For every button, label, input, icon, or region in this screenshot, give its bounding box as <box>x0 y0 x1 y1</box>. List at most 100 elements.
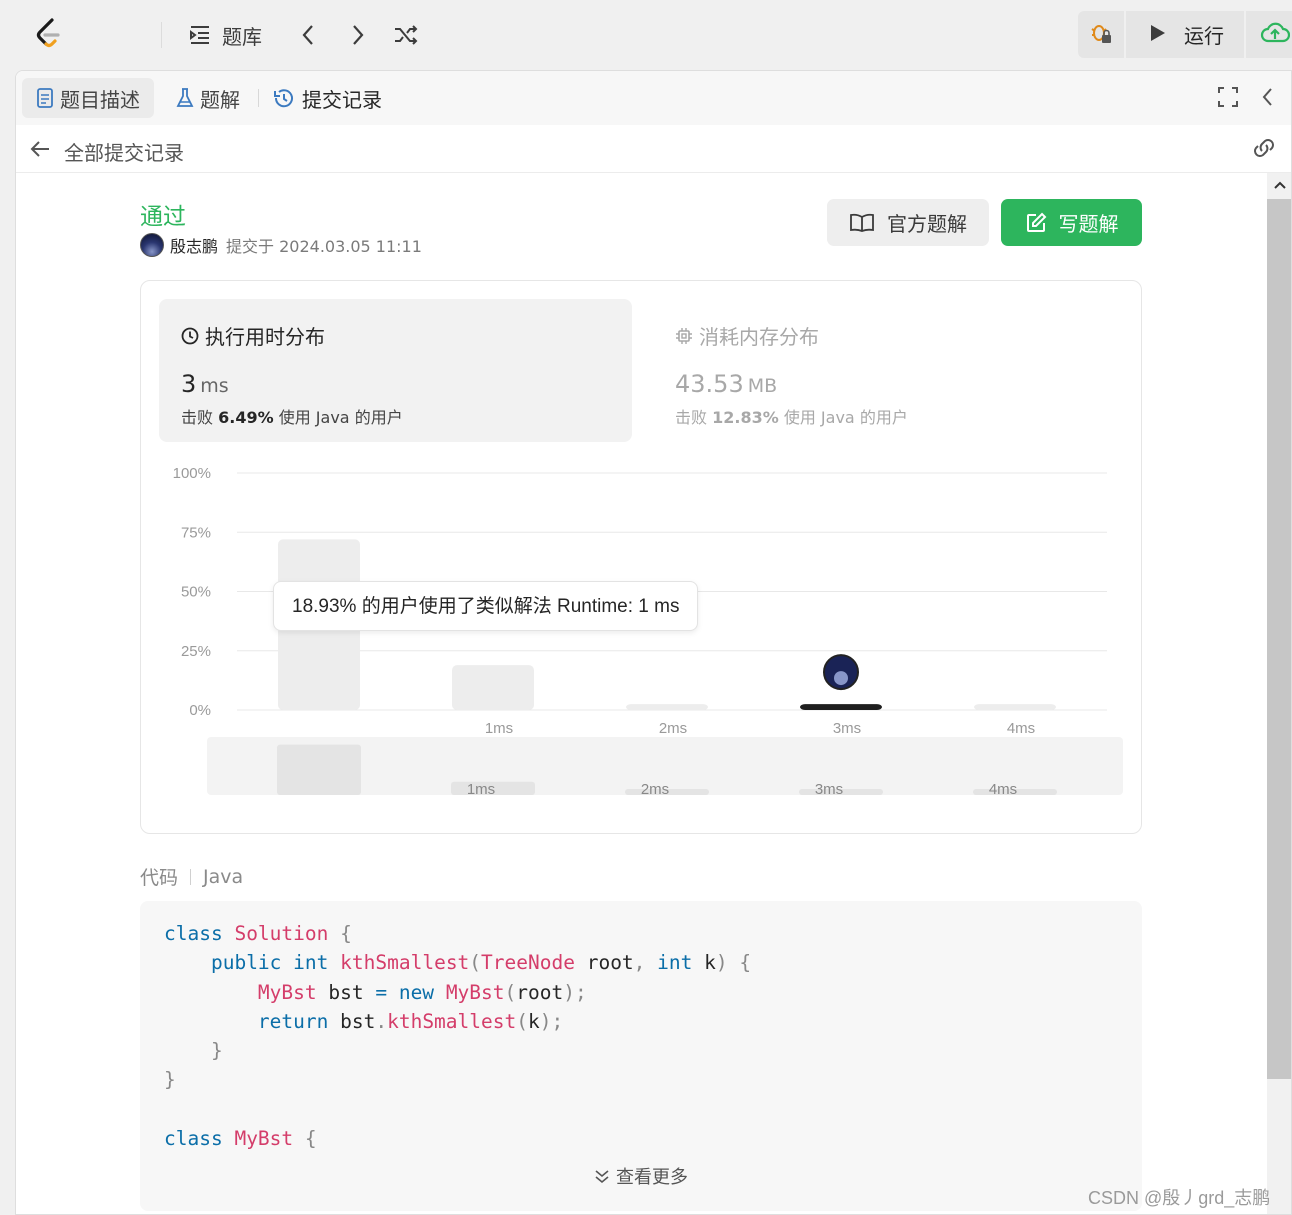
top-bar: 题库 运行 <box>0 0 1292 70</box>
copy-link-button[interactable] <box>1251 137 1277 163</box>
runtime-beat: 击败 6.49% 使用 Java 的用户 <box>181 404 610 428</box>
problem-list-label: 题库 <box>222 24 262 49</box>
y-tick-label: 50% <box>181 584 211 601</box>
avatar[interactable] <box>140 233 164 257</box>
panel-tabs: 题目描述 题解 提交记录 <box>16 71 1291 125</box>
run-button[interactable]: 运行 <box>1126 11 1244 58</box>
code-block[interactable]: class Solution { public int kthSmallest(… <box>140 901 1142 1211</box>
y-tick-label: 25% <box>181 643 211 660</box>
chevron-left-icon <box>294 21 322 49</box>
overview-tick-label: 4ms <box>989 781 1017 798</box>
tab-submissions-label: 提交记录 <box>302 87 382 112</box>
y-tick-label: 75% <box>181 524 211 541</box>
tab-description[interactable]: 题目描述 <box>22 78 154 118</box>
chart-tooltip: 18.93% 的用户使用了类似解法 Runtime: 1 ms <box>273 581 699 631</box>
submit-button[interactable] <box>1246 11 1292 58</box>
runtime-value: 3 <box>181 370 197 398</box>
code-language: Java <box>203 865 244 888</box>
double-chevron-down-icon <box>594 1168 610 1184</box>
author-name[interactable]: 殷志鹏 <box>170 233 218 257</box>
write-solution-label: 写题解 <box>1058 212 1119 236</box>
overview-tick-label: 1ms <box>467 781 495 798</box>
code-header: 代码 Java <box>140 863 243 890</box>
link-icon <box>1251 139 1277 163</box>
chevron-left-icon <box>1261 87 1275 111</box>
official-solution-button[interactable]: 官方题解 <box>827 199 989 246</box>
debug-button[interactable] <box>1078 11 1124 58</box>
leetcode-logo-icon[interactable] <box>32 16 66 50</box>
official-solution-label: 官方题解 <box>887 212 967 236</box>
bar-current <box>800 704 882 710</box>
runtime-title-text: 执行用时分布 <box>205 325 325 349</box>
scrollbar[interactable] <box>1267 173 1291 1214</box>
memory-beat: 击败 12.83% 使用 Java 的用户 <box>675 404 1104 428</box>
memory-stat[interactable]: 消耗内存分布 43.53 MB 击败 12.83% 使用 Java 的用户 <box>653 299 1126 442</box>
y-tick-label: 100% <box>173 465 211 482</box>
memory-title-text: 消耗内存分布 <box>699 325 819 349</box>
overview-tick-label: 3ms <box>815 781 843 798</box>
play-icon <box>1146 22 1168 48</box>
beat-suffix: 使用 Java 的用户 <box>783 408 908 427</box>
beat-suffix: 使用 Java 的用户 <box>278 408 403 427</box>
show-more-button[interactable]: 查看更多 <box>140 1163 1142 1189</box>
bar <box>974 704 1056 710</box>
problem-list-button[interactable]: 题库 <box>186 18 262 52</box>
book-icon <box>849 213 875 233</box>
bar <box>452 665 534 710</box>
runtime-value-line: 3 ms <box>181 370 610 398</box>
prev-problem-button[interactable] <box>294 18 322 52</box>
submission-subheader: 全部提交记录 <box>16 125 1291 173</box>
x-tick-label: 4ms <box>1007 720 1035 737</box>
runtime-stat[interactable]: 执行用时分布 3 ms 击败 6.49% 使用 Java 的用户 <box>159 299 632 442</box>
cloud-upload-icon <box>1260 21 1291 49</box>
tab-submissions[interactable]: 提交记录 <box>258 78 396 118</box>
fullscreen-button[interactable] <box>1214 85 1242 113</box>
chevron-right-icon <box>344 21 372 49</box>
stats-card: 执行用时分布 3ms 击败 6.49% 使用 Java 的用户 消耗内存分布 <box>140 280 1142 834</box>
edit-icon <box>1025 212 1047 234</box>
chip-icon <box>675 327 693 345</box>
user-marker-glow <box>834 671 848 686</box>
tab-description-label: 题目描述 <box>60 87 140 112</box>
tab-solutions-label: 题解 <box>200 87 240 112</box>
overview-bar <box>277 744 361 795</box>
tab-solutions[interactable]: 题解 <box>162 78 254 118</box>
clock-icon <box>181 327 199 345</box>
shuffle-icon <box>392 21 420 49</box>
run-button-group: 运行 <box>1078 11 1292 58</box>
random-problem-button[interactable] <box>392 18 420 52</box>
runtime-beat-percent: 6.49% <box>218 408 274 427</box>
scrollbar-thumb[interactable] <box>1267 199 1291 1079</box>
write-solution-button[interactable]: 写题解 <box>1001 199 1142 246</box>
back-to-all-submissions[interactable]: 全部提交记录 <box>28 137 184 166</box>
submit-time: 提交于 2024.03.05 11:11 <box>226 237 422 256</box>
description-panel: 题目描述 题解 提交记录 全部提交记录 通过 殷志鹏 提交于 2024.03.0… <box>15 70 1292 1215</box>
collapse-panel-button[interactable] <box>1254 85 1282 113</box>
x-tick-label: 1ms <box>485 720 513 737</box>
memory-beat-percent: 12.83% <box>712 408 779 427</box>
beat-prefix: 击败 <box>181 408 214 427</box>
bug-lock-icon <box>1089 21 1113 49</box>
code-label: 代码 <box>140 867 179 889</box>
list-icon <box>186 21 214 49</box>
runtime-distribution-chart[interactable]: 0% 25% 50% 75% 100% 1ms 2ms 3ms 4ms 1ms 2ms 3ms 4ms <box>141 451 1141 831</box>
y-tick-label: 0% <box>189 702 211 719</box>
beat-prefix: 击败 <box>675 408 708 427</box>
flask-icon <box>176 87 194 109</box>
watermark: CSDN @殷丿grd_志鹏 <box>1088 1188 1271 1208</box>
overview-tick-label: 2ms <box>641 781 669 798</box>
author-line: 殷志鹏 提交于 2024.03.05 11:11 <box>140 233 422 257</box>
history-icon <box>272 87 296 109</box>
arrow-left-icon <box>28 139 52 164</box>
code-content: class Solution { public int kthSmallest(… <box>164 922 752 1151</box>
submission-detail: 通过 殷志鹏 提交于 2024.03.05 11:11 官方题解 写题解 执行用… <box>16 174 1267 1214</box>
status-accepted: 通过 <box>140 204 186 230</box>
x-tick-label: 2ms <box>659 720 687 737</box>
scroll-up-arrow[interactable] <box>1267 173 1291 197</box>
memory-value-line: 43.53 MB <box>675 370 1104 398</box>
x-tick-label: 3ms <box>833 720 861 737</box>
fullscreen-icon <box>1217 86 1239 112</box>
runtime-title: 执行用时分布 <box>181 321 610 350</box>
next-problem-button[interactable] <box>344 18 372 52</box>
memory-unit: MB <box>747 375 778 397</box>
